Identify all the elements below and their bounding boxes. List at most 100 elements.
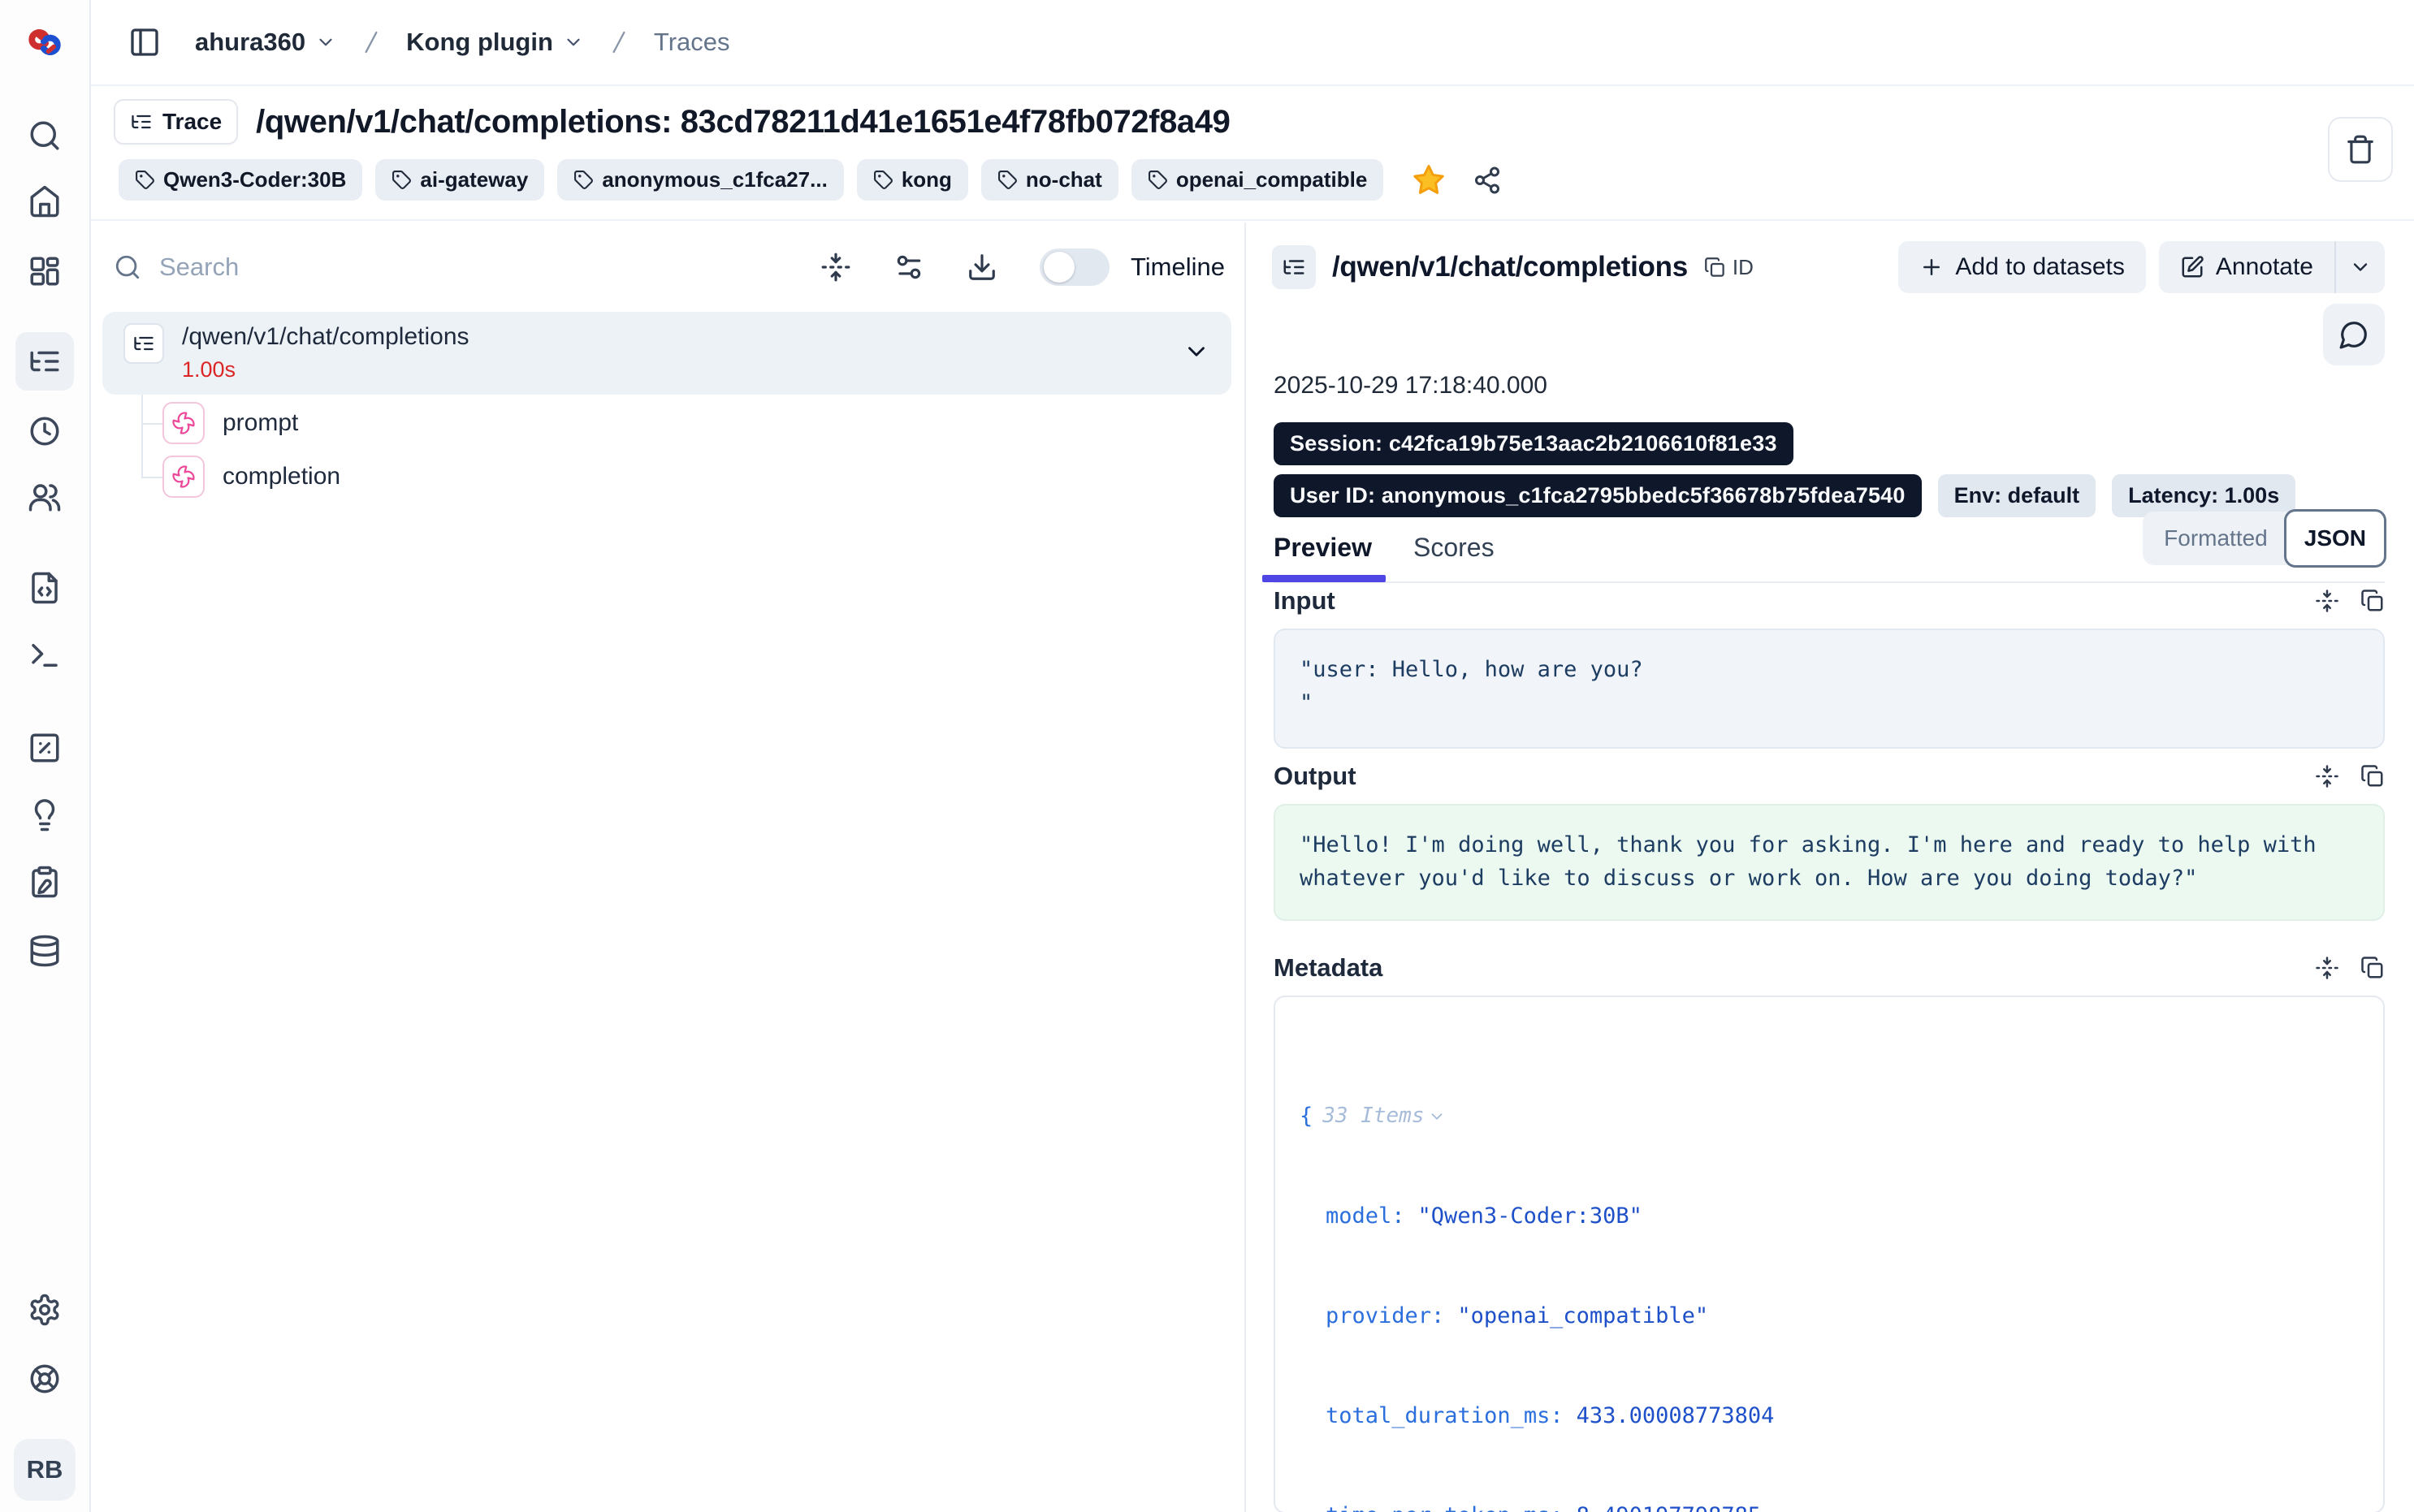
breadcrumb-project[interactable]: ahura360 [195, 28, 336, 57]
fold-vertical-icon[interactable] [2315, 589, 2339, 613]
event-node-badge [162, 456, 205, 498]
breadcrumb-page[interactable]: Traces [654, 28, 730, 57]
view-settings-button[interactable] [893, 252, 924, 283]
input-section-header: Input [1274, 586, 2385, 616]
tree-root-row[interactable]: /qwen/v1/chat/completions 1.00s [102, 312, 1231, 395]
timeline-toggle[interactable] [1040, 248, 1110, 286]
user-avatar[interactable]: RB [14, 1439, 76, 1501]
tag-chip[interactable]: kong [857, 159, 968, 201]
collapse-node-button[interactable] [1183, 338, 1210, 365]
gear-icon [28, 1293, 62, 1327]
tag-chip[interactable]: ai-gateway [375, 159, 544, 201]
download-icon [967, 252, 997, 283]
tree-child-prompt[interactable]: prompt [162, 396, 1231, 450]
annotate-button[interactable]: Annotate [2159, 241, 2334, 293]
download-button[interactable] [967, 252, 997, 283]
top-bar: ahura360 Kong plugin Traces [91, 0, 2414, 86]
chevron-down-icon[interactable] [1428, 1108, 1446, 1125]
rail-support[interactable] [15, 1350, 74, 1408]
tree-child-completion[interactable]: completion [162, 450, 1231, 503]
breadcrumb-project-label: ahura360 [195, 28, 305, 57]
comment-bubble-icon [2338, 319, 2369, 350]
tag-icon [997, 170, 1018, 190]
sidebar-toggle-button[interactable] [122, 19, 167, 65]
breadcrumb-section-label: Kong plugin [406, 28, 553, 57]
bookmark-star-button[interactable] [1411, 162, 1447, 198]
tree-connector [141, 423, 162, 425]
tab-scores[interactable]: Scores [1413, 533, 1495, 563]
tree-connector [141, 477, 162, 478]
copy-icon[interactable] [2360, 956, 2385, 980]
delete-trace-button[interactable] [2328, 117, 2393, 182]
tag-chip[interactable]: openai_compatible [1131, 159, 1384, 201]
annotate-dropdown-button[interactable] [2334, 241, 2385, 293]
tag-label: openai_compatible [1176, 167, 1368, 192]
rail-playground[interactable] [15, 626, 74, 685]
breadcrumb: ahura360 Kong plugin Traces [195, 28, 730, 57]
list-tree-icon [28, 344, 62, 378]
timeline-label: Timeline [1131, 253, 1225, 282]
share-icon [1473, 166, 1502, 195]
tag-chip[interactable]: no-chat [981, 159, 1118, 201]
tag-icon [392, 170, 412, 190]
copy-icon[interactable] [2360, 764, 2385, 788]
rail-users[interactable] [15, 468, 74, 526]
rail-annotation[interactable] [15, 853, 74, 911]
input-line: "user: Hello, how are you? [1300, 653, 2359, 686]
copy-icon[interactable] [2360, 589, 2385, 613]
fold-vertical-icon[interactable] [2315, 764, 2339, 788]
share-button[interactable] [1473, 166, 1502, 195]
rail-home[interactable] [15, 172, 74, 231]
clipboard-pen-icon [28, 865, 62, 899]
tag-icon [873, 170, 893, 190]
json-key: provider: [1326, 1299, 1444, 1333]
copy-id-button[interactable]: ID [1704, 255, 1754, 280]
copy-icon [1704, 257, 1726, 279]
rail-settings[interactable] [15, 1281, 74, 1339]
comments-button[interactable] [2323, 304, 2385, 365]
rail-tracing[interactable] [15, 332, 74, 391]
app-logo[interactable] [20, 18, 69, 67]
breadcrumb-section[interactable]: Kong plugin [406, 28, 584, 57]
fold-vertical-icon[interactable] [2315, 956, 2339, 980]
search-icon [114, 253, 141, 281]
rail-insights[interactable] [15, 786, 74, 845]
json-line[interactable]: { 33 Items [1300, 1099, 2359, 1133]
clock-icon [28, 414, 62, 448]
observation-timestamp: 2025-10-29 17:18:40.000 [1274, 372, 1547, 400]
avatar-initials: RB [27, 1455, 63, 1484]
tag-icon [135, 170, 155, 190]
session-badge[interactable]: Session: c42fca19b75e13aac2b2106610f81e3… [1274, 422, 1793, 465]
list-tree-icon [130, 110, 153, 133]
trace-node-badge [123, 323, 164, 364]
rail-prompts[interactable] [15, 559, 74, 617]
tab-scores-label: Scores [1413, 533, 1495, 562]
output-section-header: Output [1274, 762, 2385, 791]
home-icon [28, 184, 62, 218]
json-key: model: [1326, 1199, 1405, 1233]
trace-tags: Qwen3-Coder:30B ai-gateway anonymous_c1f… [119, 159, 1502, 201]
collapse-all-button[interactable] [820, 252, 851, 283]
tab-preview[interactable]: Preview [1274, 533, 1372, 563]
format-option-formatted[interactable]: Formatted [2148, 525, 2284, 551]
rail-search[interactable] [15, 106, 74, 165]
dashboard-icon [28, 254, 62, 288]
trace-tree-panel: Timeline /qwen/v1/chat/completions 1.00s… [91, 222, 1246, 1512]
add-to-datasets-button[interactable]: Add to datasets [1898, 241, 2145, 293]
rail-evaluators[interactable] [15, 719, 74, 777]
user-id-badge[interactable]: User ID: anonymous_c1fca2795bbedc5f36678… [1274, 474, 1922, 517]
panel-left-icon [128, 26, 161, 58]
file-code-icon [28, 571, 62, 605]
output-text: "Hello! I'm doing well, thank you for as… [1300, 832, 2330, 891]
json-items-count: 33 Items [1322, 1099, 1424, 1133]
search-input[interactable] [159, 253, 614, 282]
rail-dashboards[interactable] [15, 242, 74, 300]
rail-sessions[interactable] [15, 402, 74, 460]
rail-datasets[interactable] [15, 922, 74, 980]
tag-label: ai-gateway [420, 167, 528, 192]
format-option-json[interactable]: JSON [2284, 509, 2386, 568]
tag-chip[interactable]: Qwen3-Coder:30B [119, 159, 362, 201]
tag-chip[interactable]: anonymous_c1fca27... [557, 159, 843, 201]
format-toggle: Formatted JSON [2143, 512, 2385, 565]
annotate-label: Annotate [2216, 253, 2313, 281]
